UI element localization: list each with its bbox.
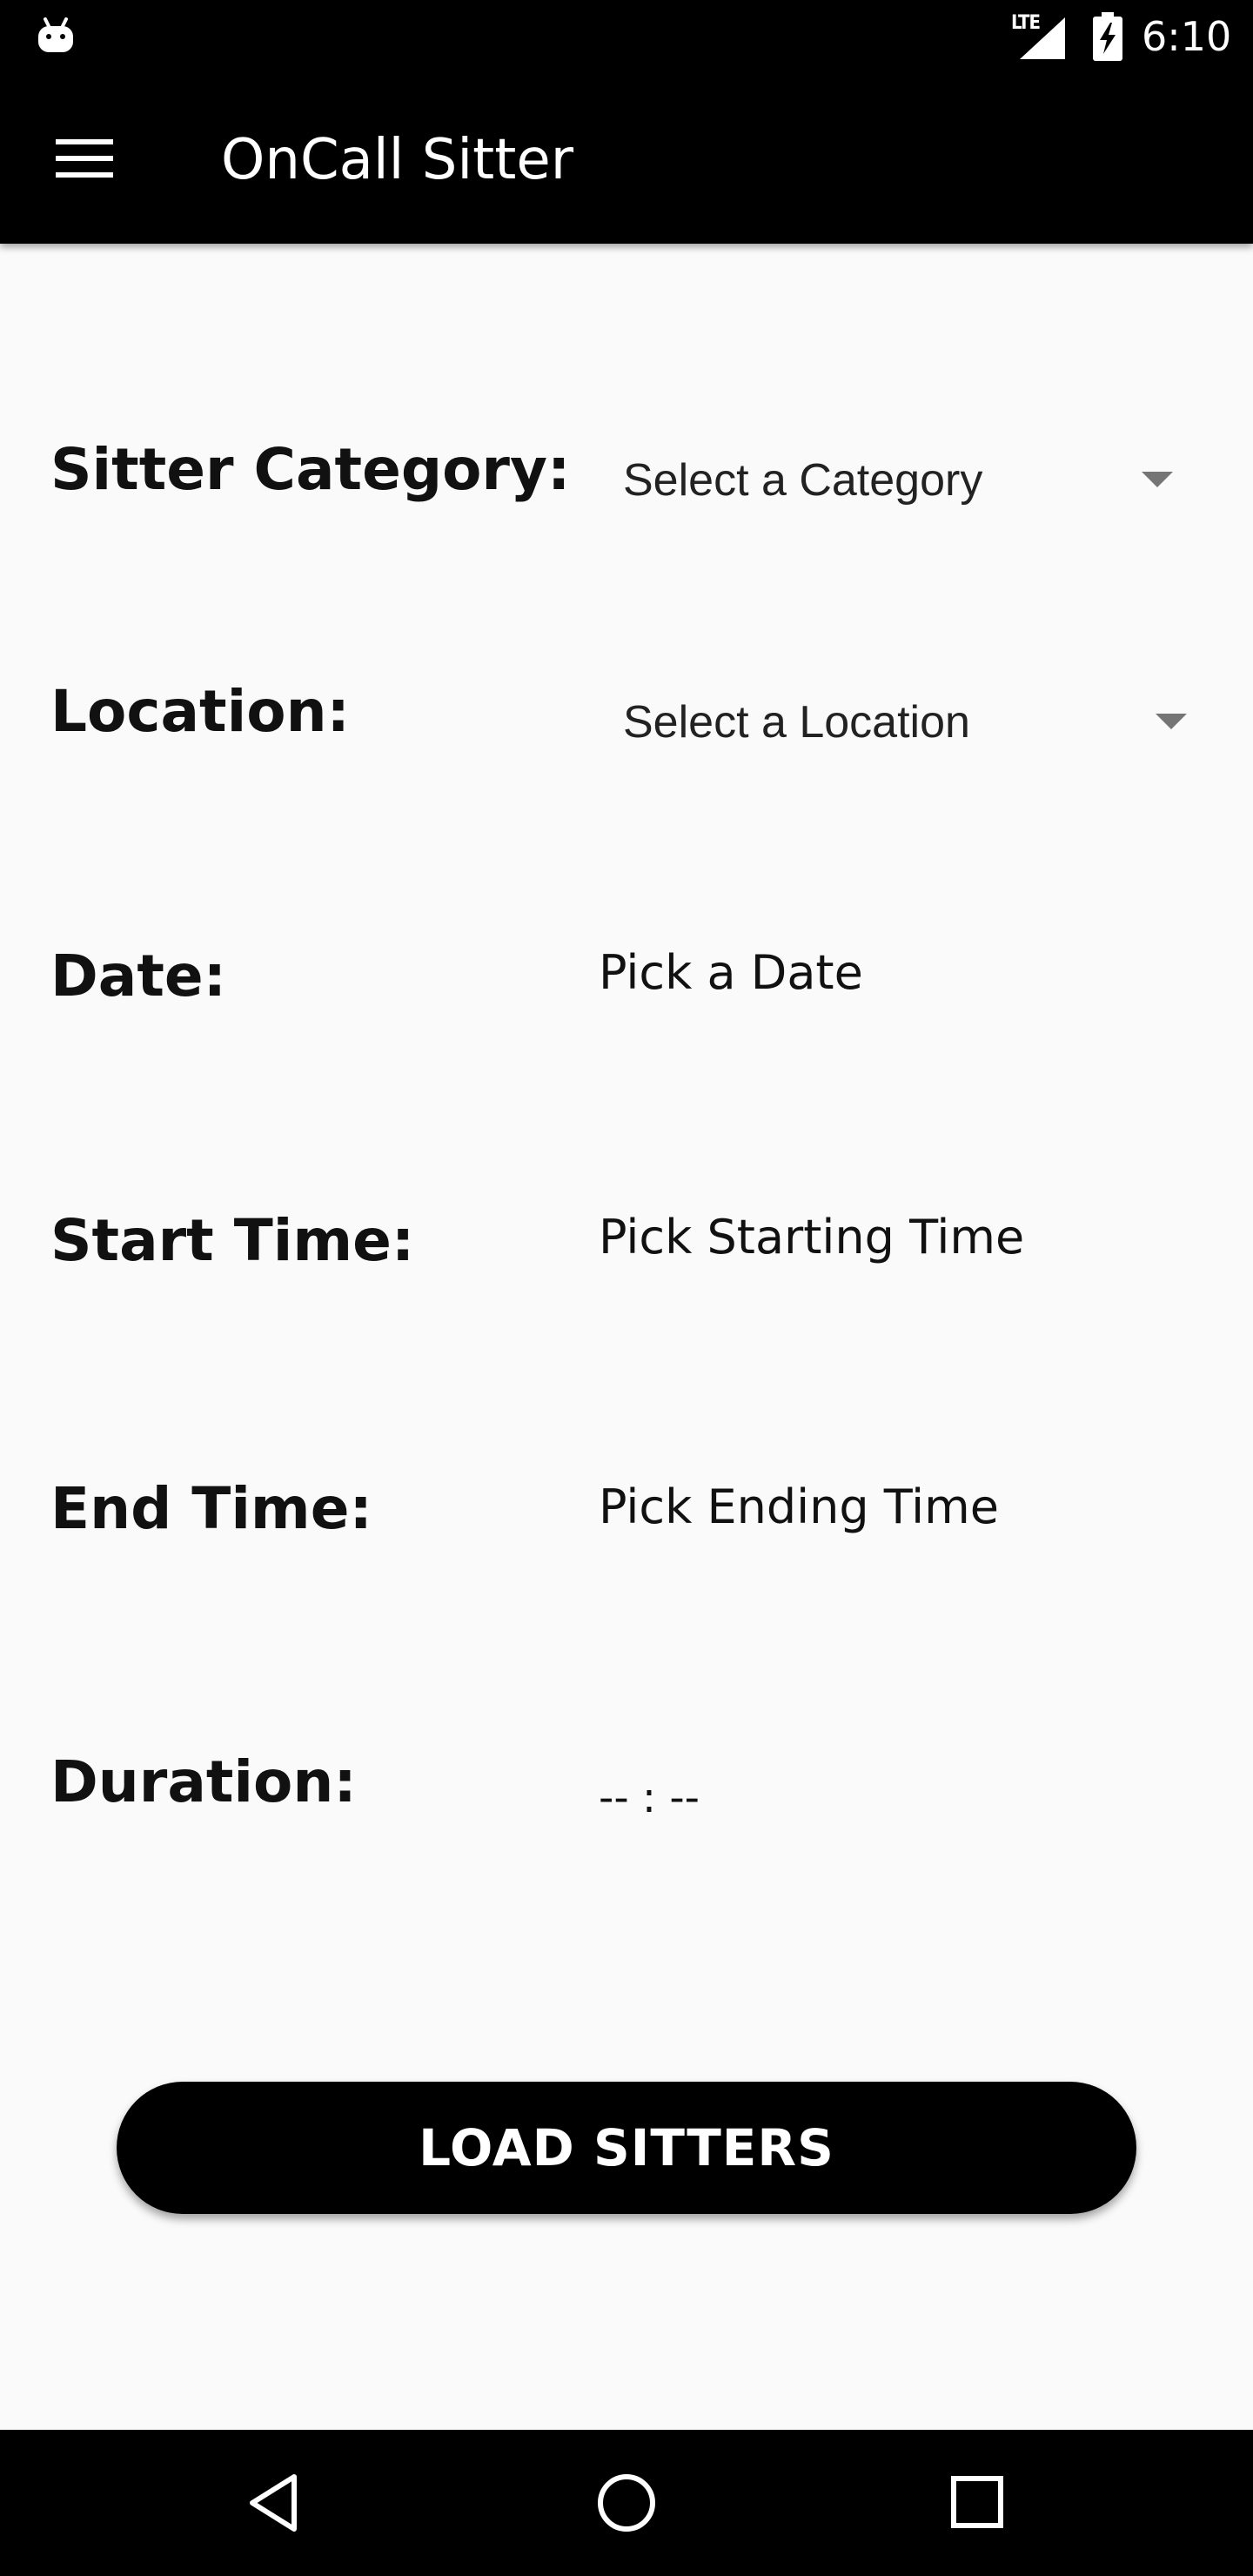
hamburger-menu-icon[interactable] — [56, 136, 113, 181]
navigation-bar — [0, 2430, 1253, 2576]
app-title: OnCall Sitter — [221, 128, 574, 192]
location-label: Location: — [50, 678, 350, 745]
date-label: Date: — [50, 943, 227, 1010]
signal-icon — [1020, 17, 1065, 59]
chevron-down-icon — [1156, 714, 1187, 729]
start-time-picker[interactable]: Pick Starting Time — [599, 1203, 1024, 1272]
status-bar: LTE 6:10 — [0, 0, 1253, 73]
android-debug-icon — [38, 17, 73, 52]
home-circle-icon[interactable] — [588, 2465, 665, 2541]
chevron-down-icon — [1142, 472, 1173, 487]
location-spinner[interactable]: Select a Location — [609, 681, 1201, 764]
screen: LTE 6:10 OnCall Sitter Sitter Category: … — [0, 0, 1253, 2576]
end-time-label: End Time: — [50, 1475, 372, 1542]
recents-square-icon[interactable] — [940, 2465, 1016, 2541]
back-triangle-icon[interactable] — [237, 2465, 313, 2541]
duration-label: Duration: — [50, 1748, 357, 1815]
category-spinner[interactable]: Select a Category — [609, 439, 1201, 522]
end-time-picker[interactable]: Pick Ending Time — [599, 1472, 999, 1542]
duration-value: -- : -- — [599, 1774, 700, 1822]
battery-charging-icon — [1093, 12, 1122, 61]
date-picker[interactable]: Pick a Date — [599, 938, 863, 1008]
status-clock: 6:10 — [1142, 13, 1232, 60]
start-time-label: Start Time: — [50, 1207, 415, 1274]
app-toolbar: OnCall Sitter — [0, 73, 1253, 244]
location-spinner-value: Select a Location — [623, 697, 970, 748]
load-sitters-button[interactable]: LOAD SITTERS — [117, 2082, 1136, 2214]
sitter-category-label: Sitter Category: — [50, 436, 571, 503]
category-spinner-value: Select a Category — [623, 455, 983, 506]
